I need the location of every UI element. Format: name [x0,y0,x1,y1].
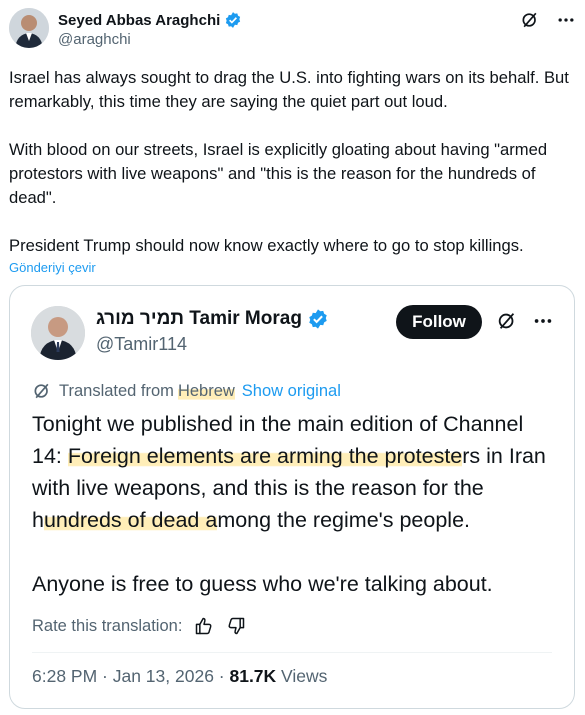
quoted-paragraph: Anyone is free to guess who we're talkin… [32,572,493,596]
tweet-paragraph: Israel has always sought to drag the U.S… [9,68,569,111]
author-name[interactable]: Seyed Abbas Araghchi [58,12,220,29]
views-label: Views [276,666,328,686]
author-handle[interactable]: @araghchi [58,31,131,48]
author-name-row: Seyed Abbas Araghchi [58,11,242,29]
quoted-avatar[interactable] [31,306,85,360]
tweet-paragraph: President Trump should now know exactly … [9,236,524,255]
translated-language: Hebrew [177,381,235,401]
thumbs-down-icon[interactable] [226,616,246,636]
divider [32,652,552,653]
show-original-link[interactable]: Show original [242,382,341,401]
translate-post-link[interactable]: Gönderiyi çevir [9,260,96,275]
follow-button[interactable]: Follow [396,305,482,339]
verified-badge-icon [307,308,329,330]
text-segment: mong the regime's people. [217,508,471,532]
quoted-tweet-text: Tonight we published in the main edition… [32,408,557,600]
highlighted-text: Foreign elements are arming the proteste [67,444,463,468]
quoted-author-name[interactable]: תמיר מורג Tamir Morag [96,308,302,330]
tweet-meta: 6:28 PM · Jan 13, 2026 · 81.7K Views [32,666,327,687]
translate-icon [32,381,52,401]
translation-notice: Translated from Hebrew Show original [32,381,341,401]
tweet-body: Israel has always sought to drag the U.S… [9,66,569,258]
quoted-author-handle[interactable]: @Tamir114 [96,334,187,355]
avatar[interactable] [9,8,49,48]
more-icon[interactable] [532,310,554,332]
quoted-author-name-row: תמיר מורג Tamir Morag [96,308,329,330]
thumbs-up-icon[interactable] [194,616,214,636]
timestamp[interactable]: 6:28 PM · Jan 13, 2026 · [32,666,229,686]
tweet-header: Seyed Abbas Araghchi @araghchi [9,8,576,52]
highlighted-text: undreds of dead a [43,508,218,532]
translated-from-label: Translated from [59,381,174,400]
more-icon[interactable] [556,10,576,30]
tweet-paragraph: With blood on our streets, Israel is exp… [9,140,548,207]
quoted-header-actions [496,310,554,332]
quoted-paragraph: Tonight we published in the main edition… [32,408,557,536]
rate-translation-row: Rate this translation: [32,616,246,636]
grok-icon[interactable] [496,310,518,332]
views-count: 81.7K [229,666,277,686]
grok-icon[interactable] [520,10,540,30]
header-actions [520,10,576,30]
quoted-tweet-card[interactable]: תמיר מורג Tamir Morag @Tamir114 Follow T… [9,285,575,709]
rate-translation-label: Rate this translation: [32,616,183,635]
verified-badge-icon [224,11,242,29]
